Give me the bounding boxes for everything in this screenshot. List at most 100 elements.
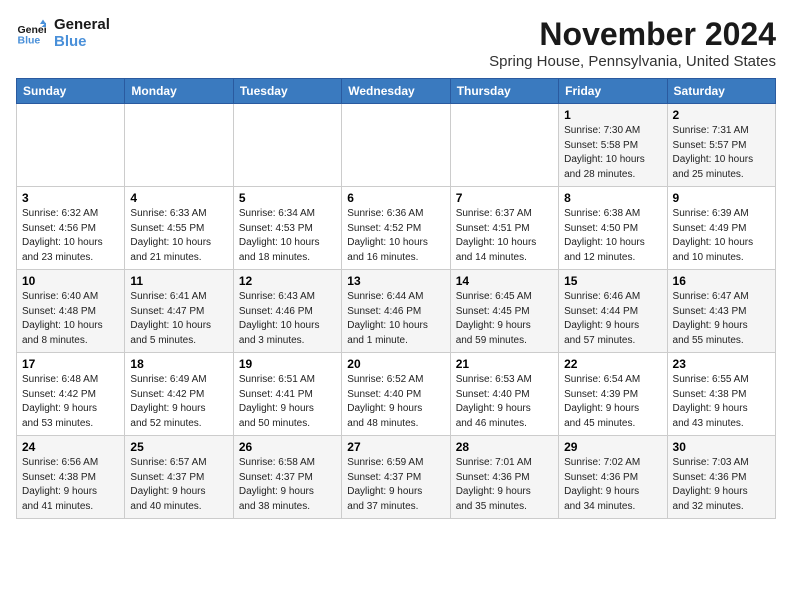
- day-cell: 17 Sunrise: 6:48 AM Sunset: 4:42 PM Dayli…: [17, 353, 125, 436]
- day-cell: 23 Sunrise: 6:55 AM Sunset: 4:38 PM Dayli…: [667, 353, 775, 436]
- day-cell: 27 Sunrise: 6:59 AM Sunset: 4:37 PM Dayli…: [342, 436, 450, 519]
- day-info: Sunrise: 6:45 AM Sunset: 4:45 PM Dayligh…: [456, 290, 553, 348]
- day-number: 9: [673, 191, 770, 205]
- day-info: Sunrise: 7:30 AM Sunset: 5:58 PM Dayligh…: [564, 124, 661, 182]
- day-number: 6: [347, 191, 444, 205]
- day-cell: 29 Sunrise: 7:02 AM Sunset: 4:36 PM Dayli…: [559, 436, 667, 519]
- day-info: Sunrise: 6:40 AM Sunset: 4:48 PM Dayligh…: [22, 290, 119, 348]
- day-cell: 13Sunrise: 6:44 AM Sunset: 4:46 PM Dayli…: [342, 270, 450, 353]
- day-cell: 16 Sunrise: 6:47 AM Sunset: 4:43 PM Dayli…: [667, 270, 775, 353]
- day-number: 12: [239, 274, 336, 288]
- day-cell: 18 Sunrise: 6:49 AM Sunset: 4:42 PM Dayli…: [125, 353, 233, 436]
- day-info: Sunrise: 7:31 AM Sunset: 5:57 PM Dayligh…: [673, 124, 770, 182]
- day-cell: 28 Sunrise: 7:01 AM Sunset: 4:36 PM Dayli…: [450, 436, 558, 519]
- day-number: 1: [564, 108, 661, 122]
- day-header-thursday: Thursday: [450, 79, 558, 104]
- day-cell: 3 Sunrise: 6:32 AM Sunset: 4:56 PM Daylig…: [17, 187, 125, 270]
- day-info: Sunrise: 6:39 AM Sunset: 4:49 PM Dayligh…: [673, 207, 770, 265]
- day-info: Sunrise: 6:36 AM Sunset: 4:52 PM Dayligh…: [347, 207, 444, 265]
- day-number: 25: [130, 440, 227, 454]
- day-cell: 8Sunrise: 6:38 AM Sunset: 4:50 PM Daylig…: [559, 187, 667, 270]
- logo-blue: Blue: [54, 33, 110, 50]
- day-header-tuesday: Tuesday: [233, 79, 341, 104]
- day-cell: 22Sunrise: 6:54 AM Sunset: 4:39 PM Dayli…: [559, 353, 667, 436]
- day-number: 24: [22, 440, 119, 454]
- day-number: 20: [347, 357, 444, 371]
- day-number: 27: [347, 440, 444, 454]
- day-cell: 30Sunrise: 7:03 AM Sunset: 4:36 PM Dayli…: [667, 436, 775, 519]
- day-info: Sunrise: 6:56 AM Sunset: 4:38 PM Dayligh…: [22, 456, 119, 514]
- day-info: Sunrise: 6:34 AM Sunset: 4:53 PM Dayligh…: [239, 207, 336, 265]
- day-number: 28: [456, 440, 553, 454]
- day-number: 11: [130, 274, 227, 288]
- day-info: Sunrise: 6:33 AM Sunset: 4:55 PM Dayligh…: [130, 207, 227, 265]
- svg-text:Blue: Blue: [18, 35, 41, 47]
- day-number: 15: [564, 274, 661, 288]
- day-cell: 7Sunrise: 6:37 AM Sunset: 4:51 PM Daylig…: [450, 187, 558, 270]
- day-number: 21: [456, 357, 553, 371]
- week-row-1: 1 Sunrise: 7:30 AM Sunset: 5:58 PM Daylig…: [17, 104, 776, 187]
- day-number: 16: [673, 274, 770, 288]
- day-info: Sunrise: 6:43 AM Sunset: 4:46 PM Dayligh…: [239, 290, 336, 348]
- day-cell: [233, 104, 341, 187]
- day-cell: 26 Sunrise: 6:58 AM Sunset: 4:37 PM Dayli…: [233, 436, 341, 519]
- day-number: 18: [130, 357, 227, 371]
- title-area: November 2024 Spring House, Pennsylvania…: [489, 16, 776, 70]
- day-cell: 15Sunrise: 6:46 AM Sunset: 4:44 PM Dayli…: [559, 270, 667, 353]
- day-number: 29: [564, 440, 661, 454]
- day-cell: 2 Sunrise: 7:31 AM Sunset: 5:57 PM Daylig…: [667, 104, 775, 187]
- calendar-table: SundayMondayTuesdayWednesdayThursdayFrid…: [16, 78, 776, 519]
- day-number: 26: [239, 440, 336, 454]
- day-info: Sunrise: 7:02 AM Sunset: 4:36 PM Dayligh…: [564, 456, 661, 514]
- day-number: 2: [673, 108, 770, 122]
- week-row-2: 3 Sunrise: 6:32 AM Sunset: 4:56 PM Daylig…: [17, 187, 776, 270]
- day-number: 8: [564, 191, 661, 205]
- day-header-saturday: Saturday: [667, 79, 775, 104]
- day-cell: 11 Sunrise: 6:41 AM Sunset: 4:47 PM Dayli…: [125, 270, 233, 353]
- day-info: Sunrise: 6:44 AM Sunset: 4:46 PM Dayligh…: [347, 290, 444, 348]
- week-row-3: 10 Sunrise: 6:40 AM Sunset: 4:48 PM Dayli…: [17, 270, 776, 353]
- day-info: Sunrise: 6:54 AM Sunset: 4:39 PM Dayligh…: [564, 373, 661, 431]
- day-info: Sunrise: 6:59 AM Sunset: 4:37 PM Dayligh…: [347, 456, 444, 514]
- day-cell: 25 Sunrise: 6:57 AM Sunset: 4:37 PM Dayli…: [125, 436, 233, 519]
- day-number: 10: [22, 274, 119, 288]
- day-cell: 1 Sunrise: 7:30 AM Sunset: 5:58 PM Daylig…: [559, 104, 667, 187]
- day-cell: [125, 104, 233, 187]
- page-header: General Blue General Blue November 2024 …: [16, 16, 776, 70]
- day-number: 23: [673, 357, 770, 371]
- day-cell: 21 Sunrise: 6:53 AM Sunset: 4:40 PM Dayli…: [450, 353, 558, 436]
- day-info: Sunrise: 6:52 AM Sunset: 4:40 PM Dayligh…: [347, 373, 444, 431]
- day-info: Sunrise: 6:32 AM Sunset: 4:56 PM Dayligh…: [22, 207, 119, 265]
- day-cell: 19Sunrise: 6:51 AM Sunset: 4:41 PM Dayli…: [233, 353, 341, 436]
- day-number: 14: [456, 274, 553, 288]
- day-info: Sunrise: 6:47 AM Sunset: 4:43 PM Dayligh…: [673, 290, 770, 348]
- day-header-monday: Monday: [125, 79, 233, 104]
- day-info: Sunrise: 6:41 AM Sunset: 4:47 PM Dayligh…: [130, 290, 227, 348]
- day-info: Sunrise: 7:03 AM Sunset: 4:36 PM Dayligh…: [673, 456, 770, 514]
- day-number: 7: [456, 191, 553, 205]
- day-info: Sunrise: 6:53 AM Sunset: 4:40 PM Dayligh…: [456, 373, 553, 431]
- day-number: 17: [22, 357, 119, 371]
- day-info: Sunrise: 6:57 AM Sunset: 4:37 PM Dayligh…: [130, 456, 227, 514]
- day-number: 3: [22, 191, 119, 205]
- day-cell: 10 Sunrise: 6:40 AM Sunset: 4:48 PM Dayli…: [17, 270, 125, 353]
- day-cell: [450, 104, 558, 187]
- day-info: Sunrise: 6:48 AM Sunset: 4:42 PM Dayligh…: [22, 373, 119, 431]
- logo-general: General: [54, 16, 110, 33]
- day-number: 4: [130, 191, 227, 205]
- week-row-4: 17 Sunrise: 6:48 AM Sunset: 4:42 PM Dayli…: [17, 353, 776, 436]
- day-number: 5: [239, 191, 336, 205]
- day-cell: 9 Sunrise: 6:39 AM Sunset: 4:49 PM Daylig…: [667, 187, 775, 270]
- day-cell: 20 Sunrise: 6:52 AM Sunset: 4:40 PM Dayli…: [342, 353, 450, 436]
- day-cell: 6 Sunrise: 6:36 AM Sunset: 4:52 PM Daylig…: [342, 187, 450, 270]
- day-info: Sunrise: 6:51 AM Sunset: 4:41 PM Dayligh…: [239, 373, 336, 431]
- day-header-wednesday: Wednesday: [342, 79, 450, 104]
- day-info: Sunrise: 6:49 AM Sunset: 4:42 PM Dayligh…: [130, 373, 227, 431]
- day-header-friday: Friday: [559, 79, 667, 104]
- day-info: Sunrise: 6:58 AM Sunset: 4:37 PM Dayligh…: [239, 456, 336, 514]
- day-cell: [342, 104, 450, 187]
- logo-icon: General Blue: [16, 18, 46, 48]
- day-info: Sunrise: 7:01 AM Sunset: 4:36 PM Dayligh…: [456, 456, 553, 514]
- day-info: Sunrise: 6:55 AM Sunset: 4:38 PM Dayligh…: [673, 373, 770, 431]
- day-cell: 4 Sunrise: 6:33 AM Sunset: 4:55 PM Daylig…: [125, 187, 233, 270]
